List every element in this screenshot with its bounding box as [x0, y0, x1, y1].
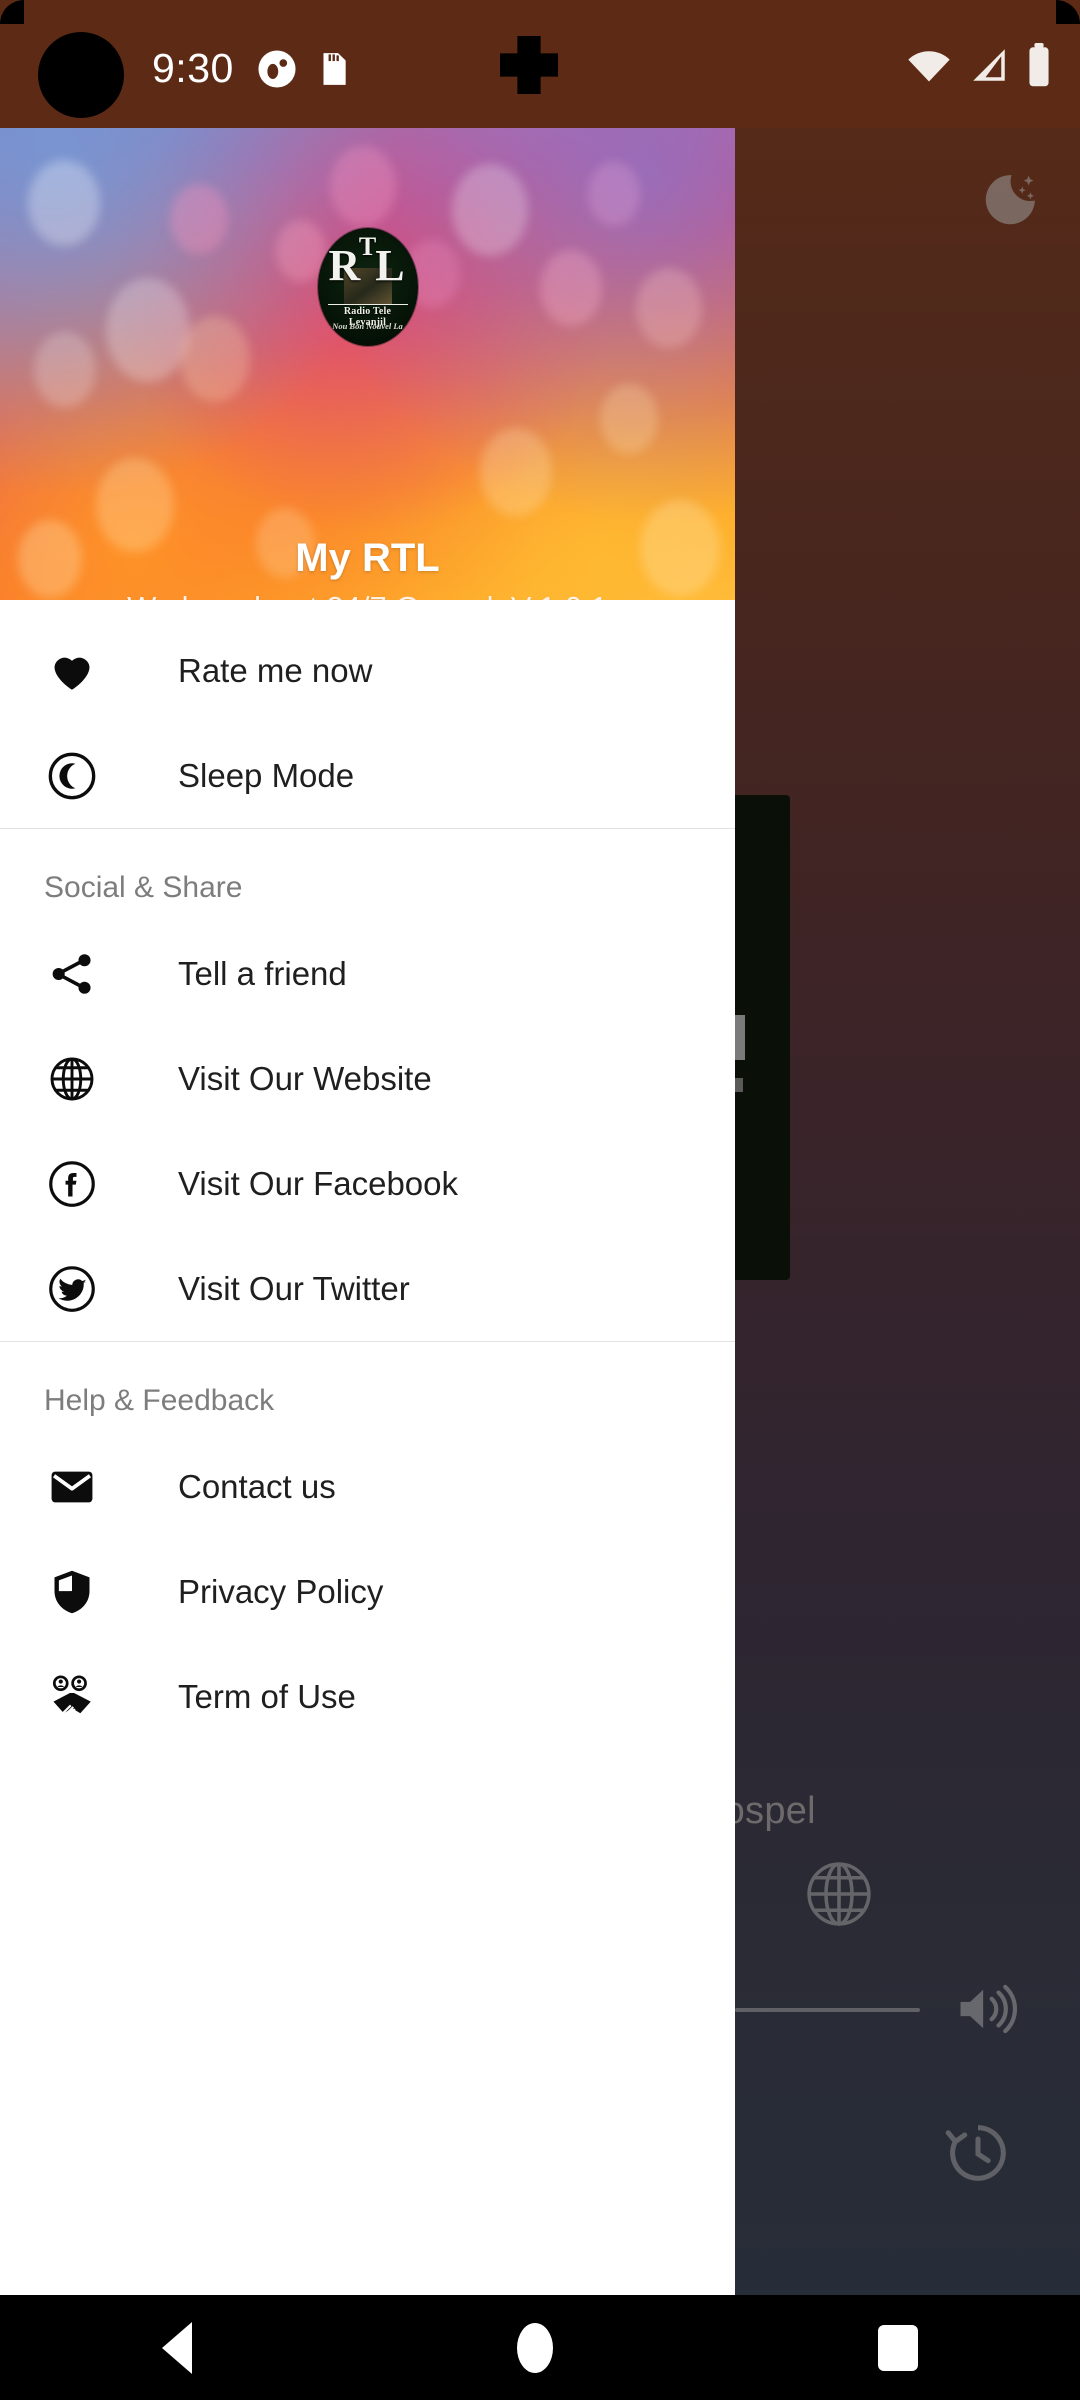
drawer-item-label: Visit Our Twitter — [178, 1269, 410, 1307]
drawer-item-label: Tell a friend — [178, 954, 347, 992]
drawer-item-privacy-policy[interactable]: Privacy Policy — [0, 1539, 735, 1644]
home-circle-icon[interactable] — [516, 2322, 553, 2373]
navigation-drawer: T R L Radio Tele Levanjil Nou Bon Nouvel… — [0, 128, 735, 2295]
sd-card-icon[interactable] — [314, 48, 352, 90]
bokeh-circle — [600, 384, 658, 454]
bokeh-circle — [106, 278, 190, 382]
sleep-mode-icon[interactable] — [978, 170, 1040, 232]
globe-icon[interactable] — [800, 1855, 878, 1933]
volume-slider-track[interactable] — [735, 2008, 920, 2012]
drawer-item-label: Sleep Mode — [178, 756, 355, 794]
drawer-item-label: Rate me now — [178, 651, 373, 689]
drawer-item-label: Term of Use — [178, 1677, 356, 1715]
status-time: 9:30 — [152, 45, 234, 91]
bokeh-circle — [170, 184, 228, 254]
heart-icon — [41, 640, 103, 702]
drawer-item-sleep-mode[interactable]: Sleep Mode — [0, 723, 735, 828]
drawer-item-label: Privacy Policy — [178, 1572, 384, 1610]
logo-subtagline: Nou Bon Nouvel La — [332, 321, 403, 331]
system-navigation-bar — [0, 2295, 1080, 2400]
app-badge-icon — [500, 36, 558, 94]
bokeh-circle — [180, 316, 250, 402]
drawer-item-label: Contact us — [178, 1467, 336, 1505]
moon-circle-icon — [41, 745, 103, 807]
history-icon[interactable] — [940, 2115, 1016, 2191]
recents-square-icon[interactable] — [877, 2324, 918, 2371]
bokeh-circle — [480, 428, 552, 516]
drawer-item-term-of-use[interactable]: Term of Use — [0, 1644, 735, 1749]
app-logo: T R L Radio Tele Levanjil Nou Bon Nouvel… — [317, 228, 418, 346]
bokeh-circle — [452, 164, 528, 256]
bokeh-circle — [636, 268, 702, 348]
drawer-item-visit-our-website[interactable]: Visit Our Website — [0, 1026, 735, 1131]
drawer-section-help-label: Help & Feedback — [44, 1384, 275, 1417]
bokeh-circle — [588, 162, 640, 226]
app-description: We broadcast 24/7 Gospel. V:1.0.1 — [0, 590, 735, 600]
drawer-item-visit-our-twitter[interactable]: Visit Our Twitter — [0, 1236, 735, 1341]
battery-icon — [1026, 42, 1052, 88]
wifi-icon — [906, 45, 952, 85]
speaker-volume-icon[interactable] — [950, 1975, 1022, 2043]
share-icon — [41, 943, 103, 1005]
globe-icon — [41, 1048, 103, 1110]
drawer-item-label: Visit Our Facebook — [178, 1164, 459, 1202]
cellular-signal-icon — [968, 44, 1010, 86]
twitter-icon — [41, 1258, 103, 1320]
status-bar: 9:30 — [0, 0, 1080, 128]
app-name: My RTL — [295, 536, 440, 580]
logo-mark: R L — [328, 241, 407, 290]
bokeh-circle — [540, 250, 602, 326]
shield-icon — [41, 1561, 103, 1623]
status-bar-right-icons — [906, 42, 1052, 88]
drawer-item-label: Visit Our Website — [178, 1059, 432, 1097]
drawer-item-visit-our-facebook[interactable]: Visit Our Facebook — [0, 1131, 735, 1236]
camera-cutout — [38, 32, 124, 118]
notification-dot-icon[interactable] — [256, 48, 298, 90]
drawer-item-contact-us[interactable]: Contact us — [0, 1434, 735, 1539]
drawer-item-rate-me-now[interactable]: Rate me now — [0, 618, 735, 723]
back-triangle-icon[interactable] — [162, 2321, 193, 2374]
bokeh-circle — [34, 332, 96, 408]
bokeh-circle — [28, 160, 100, 246]
handshake-icon — [41, 1666, 103, 1728]
mail-icon — [41, 1456, 103, 1518]
drawer-section-social-label: Social & Share — [44, 871, 243, 904]
screen-corner-left — [0, 0, 24, 24]
bokeh-circle — [330, 146, 396, 226]
facebook-icon — [41, 1153, 103, 1215]
drawer-header: T R L Radio Tele Levanjil Nou Bon Nouvel… — [0, 128, 735, 600]
screen-corner-right — [1056, 0, 1080, 24]
drawer-menu-list: Rate me now Sleep Mode Social & Share Te… — [0, 600, 735, 1749]
drawer-item-tell-a-friend[interactable]: Tell a friend — [0, 921, 735, 1026]
